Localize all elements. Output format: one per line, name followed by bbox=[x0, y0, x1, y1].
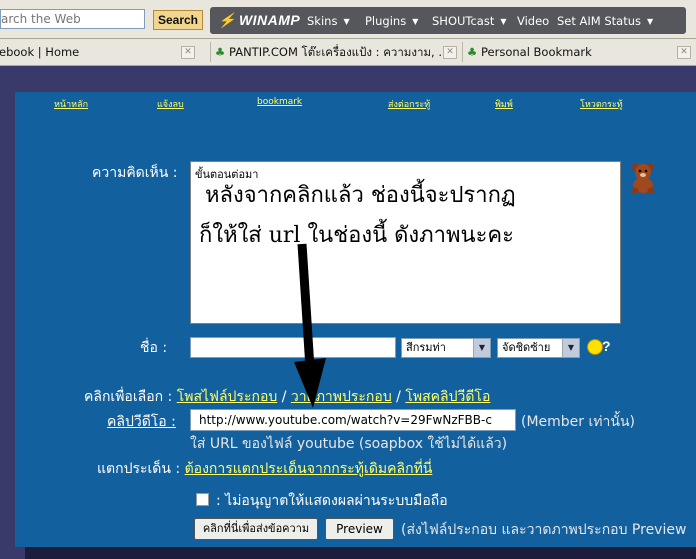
tab-personal-bookmark[interactable]: ♣ Personal Bookmark ✕ bbox=[462, 42, 696, 62]
branch-link[interactable]: ต้องการแตกประเด็นจากกระทู้เดิมคลิกที่นี่ bbox=[185, 461, 433, 477]
color-select[interactable]: สีกรมท่า ▼ bbox=[401, 338, 491, 358]
nav-print[interactable]: พิมพ์ bbox=[495, 97, 513, 111]
search-button[interactable]: Search bbox=[153, 10, 203, 30]
branch-row: แตกประเด็น : ต้องการแตกประเด็นจากกระทู้เ… bbox=[97, 458, 432, 480]
preview-note: (ส่งไฟล์ประกอบ และวาดภาพประกอบ Preview bbox=[401, 522, 687, 538]
branch-label: แตกประเด็น : bbox=[97, 461, 181, 477]
clip-label-text: คลิปวีดีโอ : bbox=[107, 414, 176, 430]
comment-label: ความคิดเห็น : bbox=[92, 165, 178, 181]
preview-button[interactable]: Preview bbox=[325, 518, 394, 540]
caret-down-icon: ▼ bbox=[647, 17, 654, 26]
tab-label: PANTIP.COM โต๊ะเครื่องแป้ง : ความงาม, ..… bbox=[229, 45, 450, 59]
annotation-text-line-1: หลังจากคลิกแล้ว ช่องนี้จะปรากฏ bbox=[205, 183, 516, 208]
choose-label: คลิกเพื่อเลือก : bbox=[84, 389, 173, 405]
mobile-label: : ไม่อนุญาตให้แสดงผลผ่านระบบมือถือ bbox=[216, 493, 448, 509]
toolbar-menu-shoutcast[interactable]: SHOUTcast ▼ bbox=[432, 14, 507, 28]
submit-button[interactable]: คลิกที่นี่เพื่อส่งข้อความ bbox=[194, 518, 318, 540]
smiley-icon[interactable] bbox=[587, 339, 603, 355]
dropdown-arrow-icon: ▼ bbox=[562, 339, 579, 357]
select-value: สีกรมท่า bbox=[406, 341, 446, 354]
member-note: (Member เท่านั้น) bbox=[521, 414, 635, 430]
pantip-favicon-icon: ♣ bbox=[214, 45, 226, 59]
pantip-favicon-icon: ♣ bbox=[466, 45, 478, 59]
mobile-checkbox[interactable] bbox=[196, 493, 209, 506]
nav-forward[interactable]: ส่งต่อกระทู้ bbox=[388, 97, 430, 111]
menu-label: SHOUTcast bbox=[432, 14, 495, 28]
nav-vote[interactable]: โหวตกระทู้ bbox=[580, 97, 623, 111]
select-value: จัดชิดซ้าย bbox=[502, 341, 551, 354]
close-icon[interactable]: ✕ bbox=[677, 46, 691, 59]
post-video-link[interactable]: โพสคลิปวีดีโอ bbox=[405, 389, 490, 405]
winamp-logo[interactable]: ⚡ WINAMP bbox=[218, 12, 300, 29]
annotation-arrow-icon bbox=[294, 243, 326, 408]
nav-home[interactable]: หน้าหลัก bbox=[54, 97, 88, 111]
winamp-label: WINAMP bbox=[238, 12, 301, 28]
toolbar-menu-video[interactable]: Video bbox=[517, 14, 549, 28]
menu-label: Set AIM Status bbox=[557, 14, 642, 28]
video-url-input[interactable]: http://www.youtube.com/watch?v=29FwNzFBB… bbox=[190, 409, 516, 431]
tab-pantip[interactable]: ♣ PANTIP.COM โต๊ะเครื่องแป้ง : ความงาม, .… bbox=[210, 42, 457, 62]
winamp-bolt-icon: ⚡ bbox=[218, 12, 236, 28]
comment-textarea[interactable]: ขั้นตอนต่อมา หลังจากคลิกแล้ว ช่องนี้จะปร… bbox=[190, 161, 621, 324]
close-icon[interactable]: ✕ bbox=[181, 46, 195, 59]
tab-label: ebook | Home bbox=[0, 45, 80, 59]
caret-down-icon: ▼ bbox=[500, 17, 507, 26]
tab-facebook[interactable]: ebook | Home ✕ bbox=[0, 42, 203, 62]
caret-down-icon: ▼ bbox=[343, 17, 350, 26]
nav-report[interactable]: แจ้งลบ bbox=[157, 97, 184, 111]
teddy-bear-icon[interactable] bbox=[628, 162, 658, 194]
caret-down-icon: ▼ bbox=[412, 17, 419, 26]
web-search-input[interactable]: arch the Web bbox=[0, 9, 145, 29]
name-label: ชื่อ : bbox=[140, 340, 168, 356]
menu-label: Plugins bbox=[365, 14, 407, 28]
toolbar-menu-aim-status[interactable]: Set AIM Status ▼ bbox=[557, 14, 653, 28]
footer-strip bbox=[25, 547, 696, 559]
clip-label: คลิปวีดีโอ : bbox=[107, 411, 176, 433]
dropdown-arrow-icon: ▼ bbox=[473, 339, 490, 357]
tab-bar: ebook | Home ✕ ♣ PANTIP.COM โต๊ะเครื่องแป… bbox=[0, 39, 696, 66]
browser-toolbar: arch the Web Search ⚡ WINAMP Skins ▼ Plugi… bbox=[0, 0, 696, 39]
close-icon[interactable]: ✕ bbox=[443, 46, 457, 59]
menu-label: Skins bbox=[307, 14, 338, 28]
nav-bookmark[interactable]: bookmark bbox=[257, 97, 302, 107]
emoticon-help[interactable]: ? bbox=[602, 338, 611, 354]
post-file-link[interactable]: โพสไฟล์ประกอบ bbox=[177, 389, 278, 405]
annotation-text-line-2: ก็ให้ใส่ url ในช่องนี้ ดังภาพนะคะ bbox=[199, 223, 514, 248]
align-select[interactable]: จัดชิดซ้าย ▼ bbox=[497, 338, 580, 358]
toolbar-menu-plugins[interactable]: Plugins ▼ bbox=[365, 14, 418, 28]
tab-label: Personal Bookmark bbox=[481, 45, 592, 59]
separator: / bbox=[396, 389, 401, 405]
url-note: ใส่ URL ของไฟล์ youtube (soapbox ใช้ไม่ไ… bbox=[190, 436, 508, 452]
toolbar-menu-skins[interactable]: Skins ▼ bbox=[307, 14, 350, 28]
